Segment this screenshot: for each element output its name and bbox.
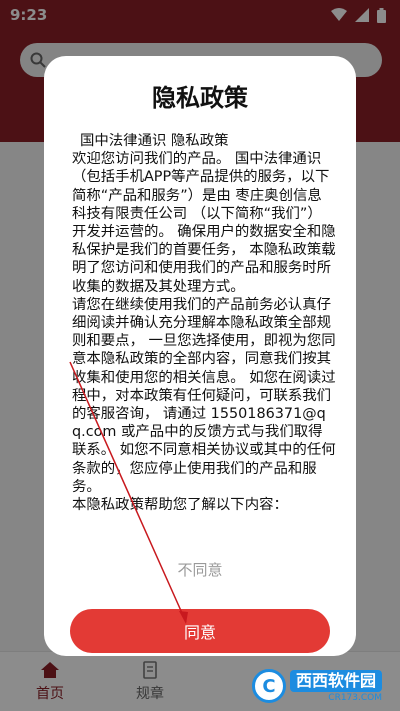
policy-paragraph: 请您在继续使用我们的产品前务必认真仔细阅读并确认充分理解本隐私政策全部规则和要点…: [72, 296, 336, 495]
agree-button[interactable]: 同意: [70, 609, 330, 653]
disagree-button[interactable]: 不同意: [44, 559, 356, 580]
policy-heading: 国中法律通识 隐私政策: [80, 133, 229, 149]
site-watermark: C 西西软件园 CR173.COM: [251, 669, 382, 703]
policy-paragraph: 欢迎您访问我们的产品。 国中法律通识 （包括手机APP等产品提供的服务，以下简称…: [72, 151, 336, 295]
dialog-title: 隐私政策: [152, 84, 248, 112]
policy-text: 国中法律通识 隐私政策 欢迎您访问我们的产品。 国中法律通识 （包括手机APP等…: [72, 132, 336, 514]
watermark-text: 西西软件园: [289, 669, 382, 692]
privacy-dialog: 隐私政策 国中法律通识 隐私政策 欢迎您访问我们的产品。 国中法律通识 （包括手…: [44, 56, 356, 656]
policy-paragraph: 本隐私政策帮助您了解以下内容：: [72, 497, 288, 514]
watermark-url: CR173.COM: [328, 692, 382, 703]
watermark-logo: C: [251, 669, 286, 703]
